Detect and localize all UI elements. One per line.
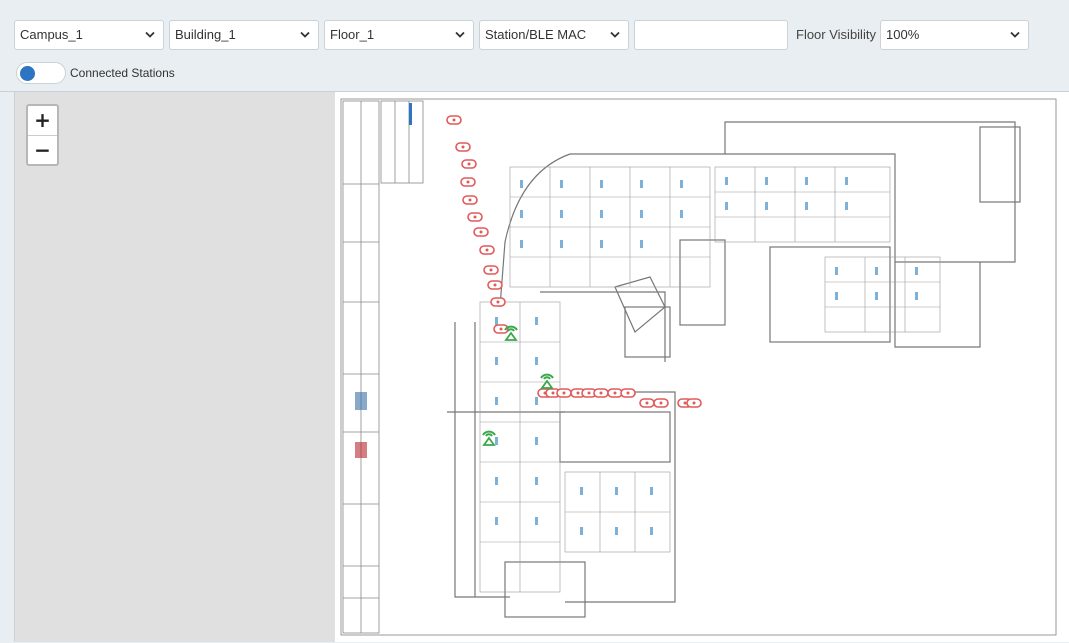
access-point-icon[interactable] [653,398,669,408]
access-point-icon[interactable] [479,245,495,255]
station-icon[interactable] [482,430,496,446]
access-point-icon[interactable] [446,115,462,125]
access-point-icon[interactable] [462,195,478,205]
zoom-in-button[interactable]: + [28,106,57,135]
station-icon[interactable] [540,373,554,389]
filter-toolbar: Campus_1 Building_1 Floor_1 Station/BLE … [0,0,1069,92]
chevron-down-icon [300,31,310,38]
floor-visibility-value: 100% [886,27,920,42]
search-type-select[interactable]: Station/BLE MAC [479,20,629,50]
floor-select-value: Floor_1 [330,27,375,42]
access-point-icon[interactable] [556,388,572,398]
search-input[interactable] [634,20,788,50]
building-select-value: Building_1 [175,27,236,42]
access-point-icon[interactable] [487,280,503,290]
chevron-down-icon [1010,31,1020,38]
connected-stations-toggle[interactable] [16,62,66,84]
zoom-out-button[interactable]: − [28,135,57,164]
access-point-icon[interactable] [473,227,489,237]
toggle-knob [20,66,35,81]
device-markers [446,115,702,446]
campus-select-value: Campus_1 [20,27,83,42]
search-type-select-value: Station/BLE MAC [485,27,587,42]
access-point-icon[interactable] [460,177,476,187]
connected-stations-label: Connected Stations [70,66,175,80]
floor-select[interactable]: Floor_1 [324,20,474,50]
map-viewport[interactable]: + − [14,92,1069,642]
access-point-icon[interactable] [490,297,506,307]
station-icon[interactable] [504,325,518,341]
floor-visibility-select[interactable]: 100% [880,20,1029,50]
access-point-icon[interactable] [607,388,623,398]
access-point-icon[interactable] [467,212,483,222]
chevron-down-icon [455,31,465,38]
floor-plan[interactable] [335,92,1069,642]
access-point-icon[interactable] [639,398,655,408]
access-point-icon[interactable] [620,388,636,398]
floor-visibility-label: Floor Visibility [796,27,876,42]
zoom-control: + − [26,104,59,166]
access-point-icon[interactable] [593,388,609,398]
campus-select[interactable]: Campus_1 [14,20,164,50]
chevron-down-icon [145,31,155,38]
access-point-icon[interactable] [461,159,477,169]
access-point-icon[interactable] [686,398,702,408]
building-select[interactable]: Building_1 [169,20,319,50]
access-point-icon[interactable] [455,142,471,152]
chevron-down-icon [610,31,620,38]
access-point-icon[interactable] [483,265,499,275]
